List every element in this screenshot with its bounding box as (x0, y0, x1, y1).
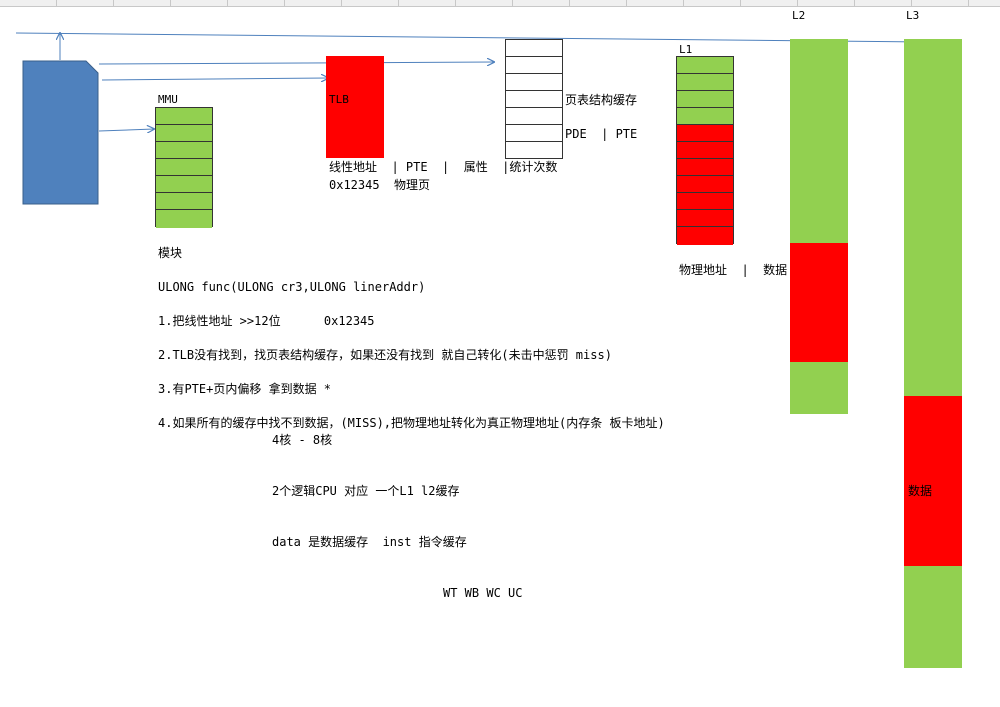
note-module: 模块 (158, 246, 183, 260)
tlb-block (326, 56, 384, 158)
note-step-3: 3.有PTE+页内偏移 拿到数据 * (158, 382, 332, 396)
l2-label: L2 (792, 9, 806, 22)
l1-fields-text: 物理地址 | 数据 (679, 263, 788, 277)
arrow-to-page-cache (98, 62, 494, 64)
l3-green-bottom (904, 566, 962, 668)
l2-green-bottom (790, 362, 848, 414)
arrow-to-mmu (98, 129, 154, 131)
long-top-line (15, 32, 925, 43)
l1-stack (676, 56, 734, 245)
tlb-example-text: 0x12345 物理页 (329, 178, 431, 192)
l2-green-top (790, 39, 848, 243)
arrow-to-tlb (101, 78, 328, 80)
l3-green-top (904, 39, 962, 396)
mmu-stack (155, 107, 213, 228)
page-struct-cache-label: 页表结构缓存 (565, 93, 638, 107)
pde-pte-label: PDE | PTE (565, 127, 638, 141)
l3-red-mid (904, 396, 962, 566)
l3-data-label: 数据 (908, 484, 933, 498)
mmu-label: MMU (158, 93, 178, 106)
note-logical-cpu: 2个逻辑CPU 对应 一个L1 l2缓存 (272, 484, 460, 498)
l3-label: L3 (906, 9, 920, 22)
tlb-fields-text: 线性地址 | PTE | 属性 |统计次数 (329, 160, 558, 174)
note-func-signature: ULONG func(ULONG cr3,ULONG linerAddr) (158, 280, 426, 294)
l2-red-mid (790, 243, 848, 362)
note-step-2: 2.TLB没有找到，找页表结构缓存，如果还没有找到 就自己转化(未击中惩罚 mi… (158, 348, 612, 362)
tlb-label: TLB (329, 93, 349, 106)
note-step-1: 1.把线性地址 >>12位 0x12345 (158, 314, 375, 328)
note-cache-types: WT WB WC UC (443, 586, 523, 600)
l1-label: L1 (679, 43, 693, 56)
note-cores: 4核 - 8核 (272, 433, 333, 447)
note-data-inst: data 是数据缓存 inst 指令缓存 (272, 535, 467, 549)
page-struct-cache-stack (505, 39, 563, 159)
cpu-shape (22, 60, 99, 205)
note-step-4: 4.如果所有的缓存中找不到数据，(MISS),把物理地址转化为真正物理地址(内存… (158, 416, 665, 430)
